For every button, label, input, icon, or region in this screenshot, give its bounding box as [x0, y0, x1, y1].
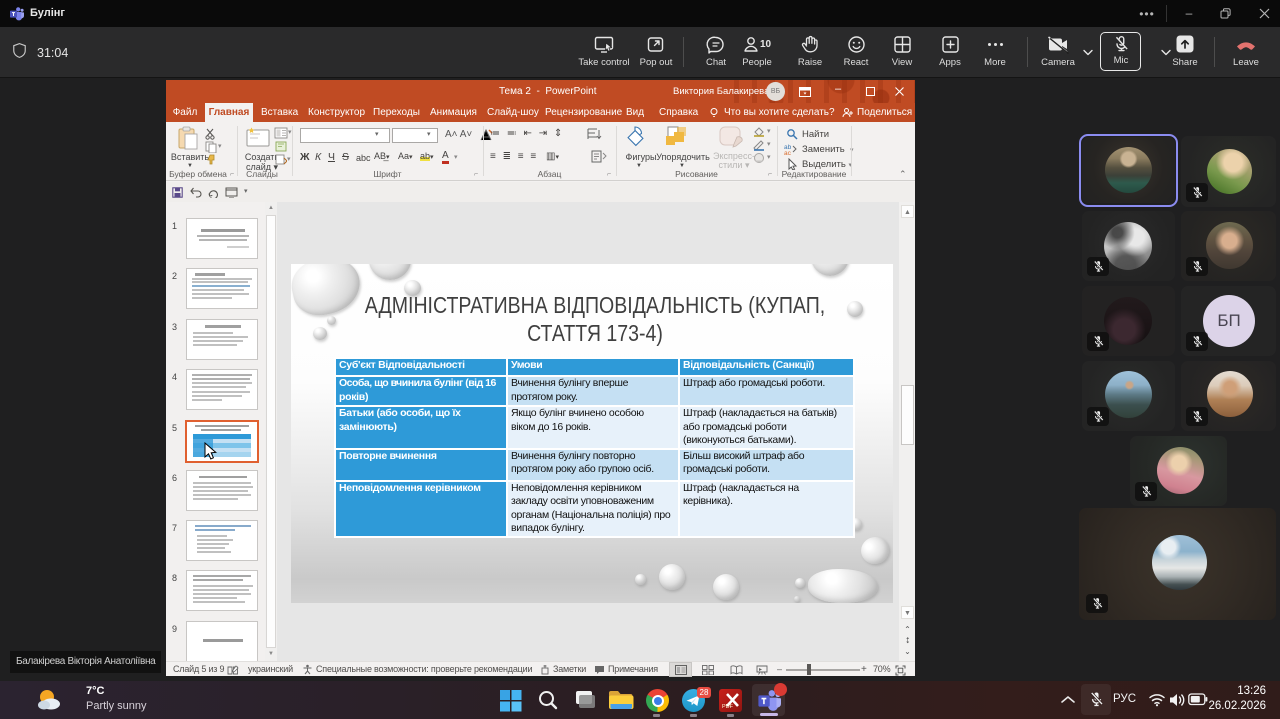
- svg-text:PDF: PDF: [722, 704, 734, 710]
- svg-text:10: 10: [760, 39, 772, 50]
- svg-text:ac: ac: [784, 150, 792, 156]
